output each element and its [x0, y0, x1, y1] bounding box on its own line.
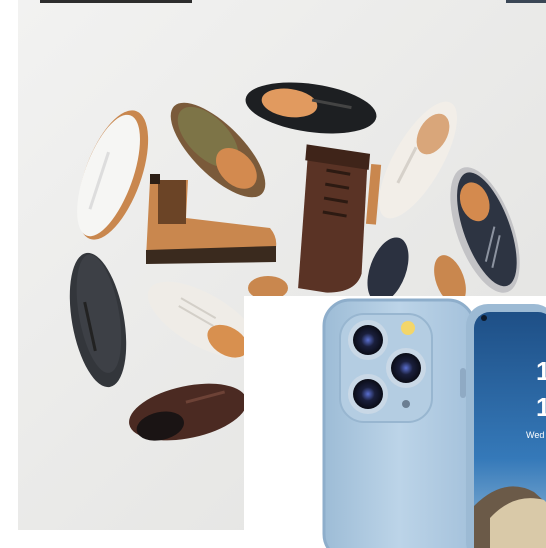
lock-screen-date: Wed [526, 430, 545, 440]
phone-illustration [322, 298, 546, 548]
top-edge-strip-right [506, 0, 546, 3]
top-edge-strip [40, 0, 192, 3]
lock-screen-hour: 1 [536, 356, 546, 386]
lock-screen-minute: 1 [536, 392, 546, 422]
phone-photo[interactable]: 1 1 Wed [244, 296, 546, 548]
image-collage: 1 1 Wed [0, 0, 546, 548]
